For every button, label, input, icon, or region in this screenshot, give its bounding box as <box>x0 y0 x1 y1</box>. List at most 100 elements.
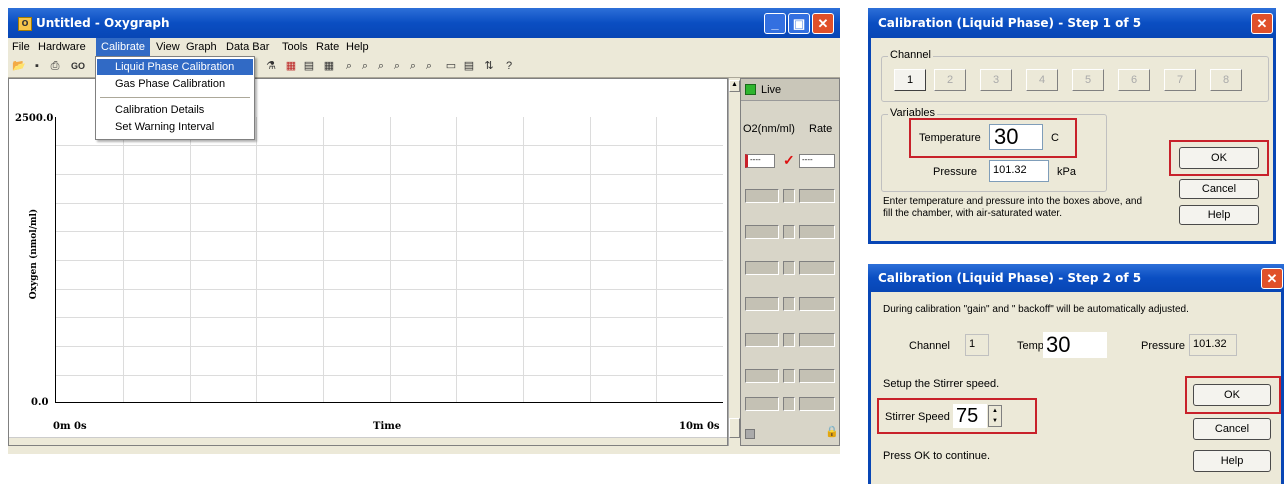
menu-hardware[interactable]: Hardware <box>38 41 86 53</box>
live-label: Live <box>761 84 782 96</box>
menu-view[interactable]: View <box>156 41 180 53</box>
menu-item-gas-phase[interactable]: Gas Phase Calibration <box>97 76 253 92</box>
step2-help-button[interactable]: Help <box>1193 450 1271 472</box>
help-icon[interactable]: ? <box>502 59 516 73</box>
channel-5-button[interactable]: 5 <box>1072 69 1104 91</box>
step2-cancel-button[interactable]: Cancel <box>1193 418 1271 440</box>
menu-item-liquid-phase[interactable]: Liquid Phase Calibration <box>97 59 253 75</box>
go-button[interactable]: GO <box>68 59 88 73</box>
menu-item-set-warning-interval[interactable]: Set Warning Interval <box>97 119 253 135</box>
step1-help-button[interactable]: Help <box>1179 205 1259 225</box>
x-axis-label: Time <box>373 421 402 432</box>
step2-title: Calibration (Liquid Phase) - Step 2 of 5 <box>878 271 1142 285</box>
y-axis-max: 2500.0 <box>15 113 54 124</box>
y-axis-min: 0.0 <box>31 397 49 408</box>
table-icon[interactable]: ▤ <box>302 59 316 73</box>
step2-channel-label: Channel <box>909 340 950 352</box>
x-axis-start: 0m 0s <box>53 421 87 432</box>
stirrer-speed-label: Stirrer Speed <box>885 411 950 423</box>
pressure-unit: kPa <box>1057 166 1076 178</box>
open-icon[interactable]: 📂 <box>12 59 26 73</box>
step2-temp-label: Temp <box>1017 340 1044 352</box>
stirrer-setup-text: Setup the Stirrer speed. <box>883 378 1000 390</box>
channel-2-button[interactable]: 2 <box>934 69 966 91</box>
step1-instruction: Enter temperature and pressure into the … <box>883 196 1143 219</box>
o2-value-cell: ---- <box>745 154 775 168</box>
step2-temp-value[interactable]: 30 <box>1043 332 1107 358</box>
zoom-in-icon[interactable]: ⌕ <box>342 59 356 73</box>
step1-cancel-button[interactable]: Cancel <box>1179 179 1259 199</box>
calibrate-icon[interactable]: ⚗ <box>264 59 278 73</box>
horizontal-scrollbar[interactable] <box>9 437 727 445</box>
temperature-unit: C <box>1051 132 1059 144</box>
step2-channel-value: 1 <box>965 334 989 356</box>
channel-7-button[interactable]: 7 <box>1164 69 1196 91</box>
save-icon[interactable]: ▪ <box>30 59 44 73</box>
check-icon[interactable]: ✓ <box>783 152 795 169</box>
x-axis-end: 10m 0s <box>679 421 720 432</box>
step2-pressure-label: Pressure <box>1141 340 1186 352</box>
zoom-x-icon[interactable]: ⌕ <box>358 59 372 73</box>
step1-ok-button[interactable]: OK <box>1179 147 1259 169</box>
bars-icon[interactable]: ▦ <box>284 59 298 73</box>
menu-data-bar[interactable]: Data Bar <box>226 41 269 53</box>
list-icon[interactable]: ▤ <box>462 59 476 73</box>
oxygraph-title-bar[interactable]: O Untitled - Oxygraph <box>8 8 840 38</box>
stirrer-speed-input[interactable]: 75 <box>953 404 987 428</box>
grid-icon[interactable]: ▦ <box>322 59 336 73</box>
step1-close-button[interactable]: ✕ <box>1251 13 1273 34</box>
menu-help[interactable]: Help <box>346 41 369 53</box>
app-icon: O <box>18 16 32 31</box>
step2-pressure-value: 101.32 <box>1189 334 1237 356</box>
press-ok-text: Press OK to continue. <box>883 450 990 462</box>
temperature-label: Temperature <box>919 132 981 144</box>
o2-column-header: O2(nm/ml) <box>743 123 795 135</box>
menu-separator <box>100 97 250 98</box>
menu-tools[interactable]: Tools <box>282 41 308 53</box>
step1-dialog: Calibration (Liquid Phase) - Step 1 of 5… <box>868 8 1276 244</box>
maximize-button[interactable]: ▣ <box>788 13 810 34</box>
menu-graph[interactable]: Graph <box>186 41 217 53</box>
minimize-button[interactable]: _ <box>764 13 786 34</box>
menu-calibrate[interactable]: Calibrate <box>96 38 151 56</box>
step1-title-bar[interactable]: Calibration (Liquid Phase) - Step 1 of 5 <box>868 8 1276 38</box>
channel-1-button[interactable]: 1 <box>894 69 926 91</box>
window-icon[interactable]: ▭ <box>444 59 458 73</box>
live-icon <box>745 84 756 95</box>
step2-title-bar[interactable]: Calibration (Liquid Phase) - Step 2 of 5 <box>868 264 1284 292</box>
zoom-y-icon[interactable]: ⌕ <box>374 59 388 73</box>
step2-ok-button[interactable]: OK <box>1193 384 1271 406</box>
vertical-scrollbar[interactable]: ▲ <box>728 78 740 446</box>
channel-4-button[interactable]: 4 <box>1026 69 1058 91</box>
print-icon[interactable]: ⎙ <box>48 59 62 73</box>
step2-close-button[interactable]: ✕ <box>1261 268 1283 289</box>
step1-title: Calibration (Liquid Phase) - Step 1 of 5 <box>878 16 1142 30</box>
zoom-out-icon[interactable]: ⌕ <box>390 59 404 73</box>
close-button[interactable]: ✕ <box>812 13 834 34</box>
step2-dialog: Calibration (Liquid Phase) - Step 2 of 5… <box>868 264 1284 484</box>
channel-6-button[interactable]: 6 <box>1118 69 1150 91</box>
live-indicator[interactable]: Live <box>741 79 839 101</box>
y-axis-label: Oxygen (nmol/ml) <box>29 208 40 300</box>
status-icon <box>745 429 755 439</box>
pressure-label: Pressure <box>933 166 978 178</box>
lock-icon[interactable]: 🔒 <box>825 425 839 438</box>
data-bar: Live O2(nm/ml) Rate ---- ✓ ---- 🔒 <box>740 78 840 446</box>
menu-bar: File Hardware Calibrate View Graph Data … <box>8 38 840 56</box>
stirrer-speed-spinner[interactable]: ▲ ▼ <box>988 405 1002 427</box>
zoom-full-icon[interactable]: ⌕ <box>422 59 436 73</box>
calibrate-dropdown: Liquid Phase Calibration Gas Phase Calib… <box>95 56 255 140</box>
pressure-input[interactable]: 101.32 <box>989 160 1049 182</box>
plot-area[interactable] <box>55 117 723 403</box>
menu-file[interactable]: File <box>12 41 30 53</box>
menu-rate[interactable]: Rate <box>316 41 339 53</box>
menu-item-calibration-details[interactable]: Calibration Details <box>97 102 253 118</box>
sort-icon[interactable]: ⇅ <box>482 59 496 73</box>
channel-8-button[interactable]: 8 <box>1210 69 1242 91</box>
temperature-input[interactable]: 30 <box>989 124 1043 150</box>
channel-group: Channel 1 2 3 4 5 6 7 8 <box>881 49 1269 102</box>
rate-value-cell: ---- <box>799 154 835 168</box>
zoom-reset-icon[interactable]: ⌕ <box>406 59 420 73</box>
channel-3-button[interactable]: 3 <box>980 69 1012 91</box>
window-title: Untitled - Oxygraph <box>36 16 170 30</box>
